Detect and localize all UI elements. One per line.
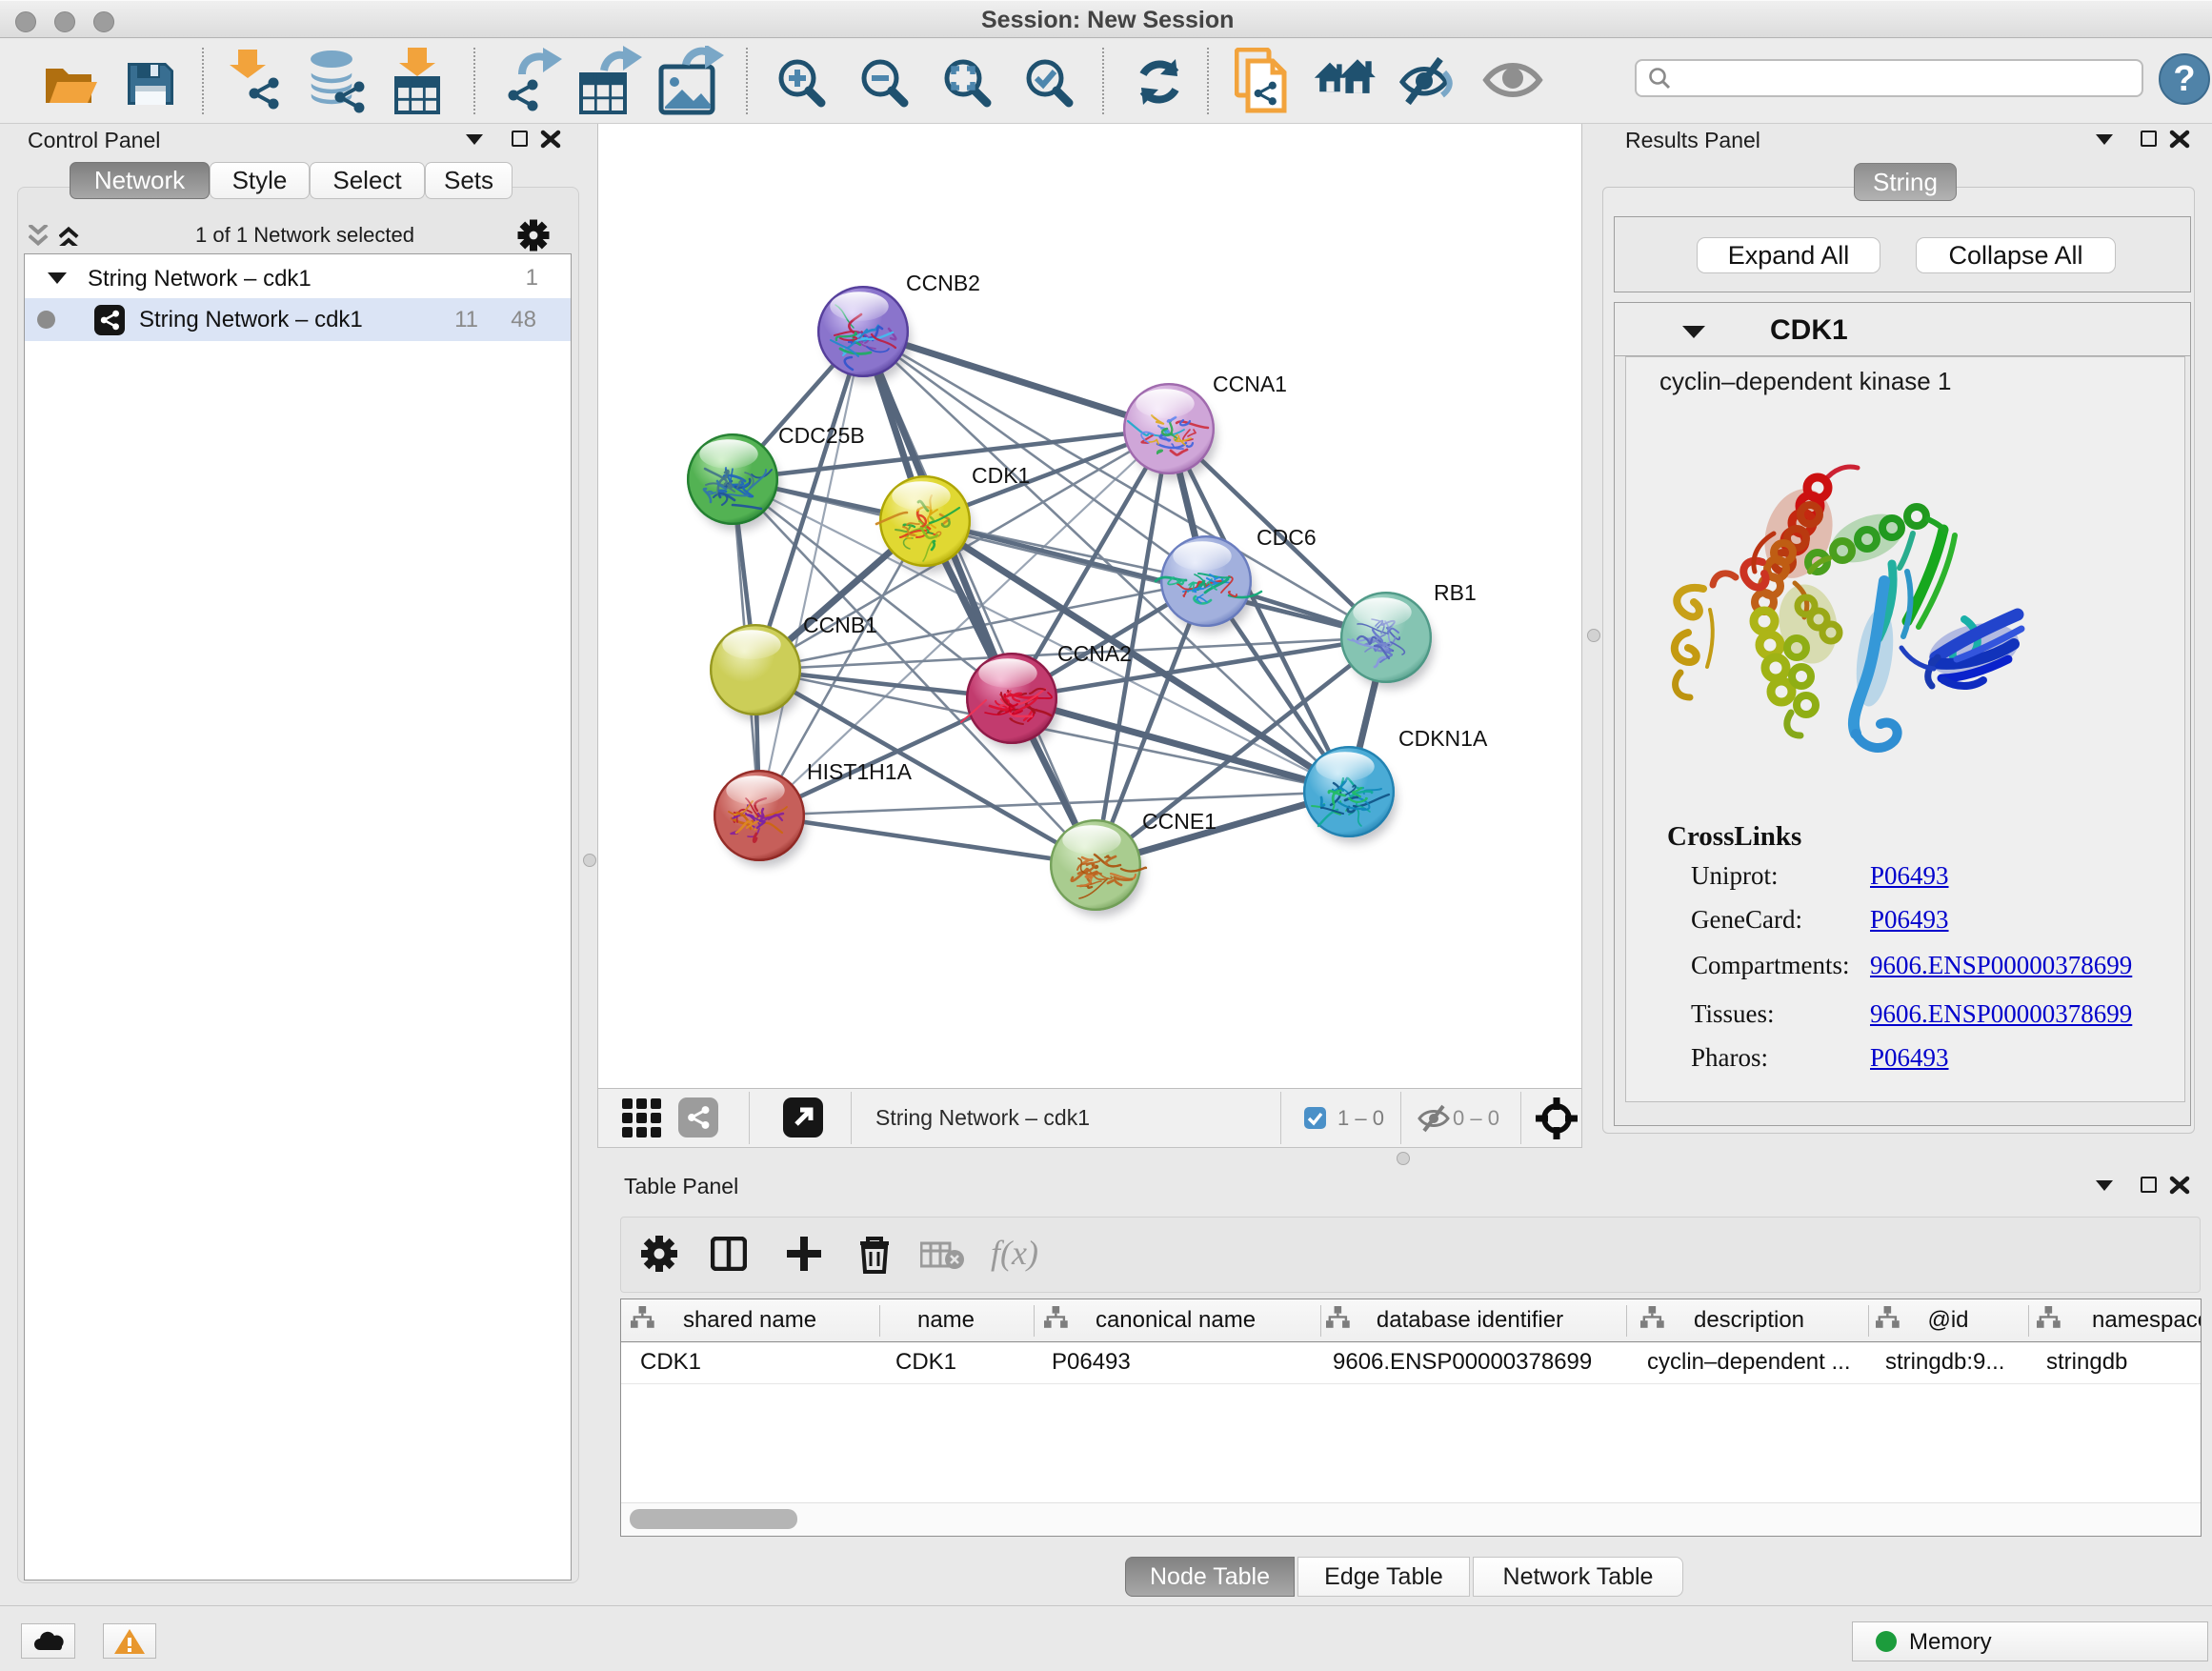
- svg-text:CCNB1: CCNB1: [803, 613, 877, 637]
- svg-text:HIST1H1A: HIST1H1A: [807, 759, 913, 784]
- svg-text:CCNA2: CCNA2: [1057, 641, 1132, 666]
- svg-text:CCNA1: CCNA1: [1213, 372, 1287, 396]
- svg-text:CDC6: CDC6: [1257, 525, 1317, 550]
- svg-text:RB1: RB1: [1434, 580, 1477, 605]
- svg-text:CCNB2: CCNB2: [906, 271, 980, 295]
- svg-text:CDC25B: CDC25B: [778, 423, 865, 448]
- svg-text:CDK1: CDK1: [972, 463, 1030, 488]
- svg-text:CCNE1: CCNE1: [1142, 809, 1217, 834]
- svg-text:CDKN1A: CDKN1A: [1398, 726, 1488, 751]
